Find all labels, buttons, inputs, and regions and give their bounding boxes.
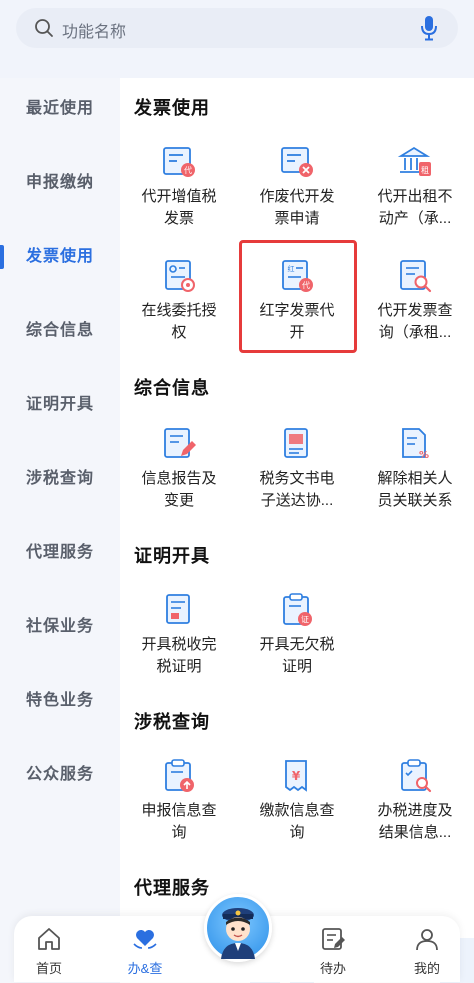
highlight-box (239, 240, 357, 353)
invoice-search-icon (400, 260, 432, 293)
nav-label: 首页 (35, 961, 62, 976)
tax-document-icon (284, 428, 308, 458)
tile-label-line1: 解除相关人 (377, 470, 453, 487)
tile-label-line1: 开具无欠税 (259, 636, 335, 653)
top-bar: 功能名称 (0, 0, 474, 78)
tile-label-line1: 作废代开发 (259, 188, 335, 205)
tile-label-line1: 在线委托授 (141, 302, 217, 319)
section-title-info: 综合信息 (134, 378, 210, 398)
tile-tax-payment-cert[interactable]: 开具税收完 税证明 (120, 592, 238, 712)
bank-building-icon: 租 (397, 146, 431, 176)
tile-info-report-change[interactable]: 信息报告及 变更 (120, 426, 238, 546)
tile-e-delivery-agreement[interactable]: 税务文书电子送达协... (238, 426, 356, 546)
todo-edit-icon (322, 928, 345, 950)
authorization-icon (165, 260, 195, 292)
tile-label-line2: 变更 (163, 492, 194, 509)
sidebar-item-social[interactable]: 社保业务 (0, 610, 120, 644)
svg-text:租: 租 (421, 166, 429, 175)
section-title-invoice: 发票使用 (134, 98, 210, 118)
heart-hands-icon (133, 930, 157, 949)
section-title-query: 涉税查询 (134, 712, 210, 732)
sidebar-item-info[interactable]: 综合信息 (0, 314, 120, 348)
tile-label-line2: 证明 (281, 658, 312, 675)
category-sidebar: 最近使用 申报缴纳 发票使用 综合信息 证明开具 涉税查询 代理服务 社保业务 … (0, 78, 120, 983)
microphone-icon[interactable] (420, 15, 438, 41)
svg-text:%: % (419, 450, 429, 461)
tile-label-line2: 结果信息... (378, 824, 452, 841)
sidebar-item-cert[interactable]: 证明开具 (0, 388, 120, 422)
vat-invoice-icon: 代 (163, 147, 195, 177)
tile-label-line2: 询 (171, 824, 187, 841)
certificate-icon (166, 594, 190, 624)
clipboard-search-icon (401, 759, 432, 793)
tile-rental-property-invoice[interactable]: 租 代开出租不动产（承... (356, 144, 474, 264)
tile-label-line2: 票申请 (274, 210, 320, 227)
assistant-avatar[interactable] (204, 894, 272, 962)
tile-invoice-query-rental[interactable]: 代开发票查询（承租... (356, 258, 474, 378)
tile-label-line1: 办税进度及 (377, 802, 453, 819)
svg-text:证: 证 (301, 615, 309, 624)
clipboard-cert-icon: 证 (283, 593, 312, 626)
function-grid: 发票使用 代 代开增值税 发票 作废代开发 票申请 租 代开出租不 动产（承..… (120, 78, 474, 983)
svg-text:¥: ¥ (292, 769, 301, 783)
tile-payment-query[interactable]: ¥ 缴款信息查询 (238, 758, 356, 878)
tile-issue-vat-invoice[interactable]: 代 代开增值税发票 (120, 144, 238, 264)
tile-label-line1: 信息报告及 (141, 470, 217, 487)
tile-label-line2: 动产（承... (378, 210, 452, 227)
tile-label-line2: 子送达协... (260, 492, 334, 509)
section-title-cert: 证明开具 (134, 546, 210, 566)
nav-home[interactable]: 首页 (14, 916, 84, 982)
nav-do-query[interactable]: 办&查 (110, 916, 180, 982)
sidebar-item-recent[interactable]: 最近使用 (0, 92, 120, 126)
tile-label-line2: 询（承租... (378, 324, 452, 341)
tile-label-line2: 发票 (163, 210, 194, 227)
search-placeholder[interactable]: 功能名称 (62, 18, 126, 42)
tile-label-line1: 申报信息查 (141, 802, 217, 819)
nav-label: 办&查 (127, 961, 163, 976)
sidebar-item-agent[interactable]: 代理服务 (0, 536, 120, 570)
tile-label-line2: 权 (171, 324, 187, 341)
tile-progress-result-query[interactable]: 办税进度及结果信息... (356, 758, 474, 878)
tile-label-line1: 缴款信息查 (259, 802, 335, 819)
edit-document-icon (164, 428, 196, 458)
svg-text:代: 代 (184, 165, 192, 175)
tile-label-line2: 税证明 (156, 658, 202, 675)
search-bar[interactable]: 功能名称 (16, 8, 458, 48)
void-invoice-icon (281, 147, 313, 177)
tile-no-arrears-cert[interactable]: 证 开具无欠税证明 (238, 592, 356, 712)
tile-label-line2: 员关联关系 (377, 492, 453, 509)
tile-label-line2: 询 (289, 824, 305, 841)
nav-todo[interactable]: 待办 (298, 916, 368, 982)
user-icon (416, 929, 438, 951)
clipboard-upload-icon (165, 759, 194, 792)
mascot-icon (221, 908, 255, 959)
sidebar-item-featured[interactable]: 特色业务 (0, 684, 120, 718)
home-icon (38, 928, 60, 950)
tile-label-line1: 代开出租不 (377, 188, 453, 205)
search-icon (35, 19, 53, 37)
percent-document-icon: % (402, 428, 429, 461)
sidebar-item-public[interactable]: 公众服务 (0, 758, 120, 792)
tile-online-authorization[interactable]: 在线委托授权 (120, 258, 238, 378)
tile-label-line1: 代开增值税 (141, 188, 217, 205)
receipt-yuan-icon: ¥ (285, 760, 307, 792)
nav-mine[interactable]: 我的 (392, 916, 462, 982)
section-title-agent: 代理服务 (134, 878, 210, 898)
tile-label-line1: 税务文书电 (259, 470, 335, 487)
tile-label-line1: 代开发票查 (377, 302, 453, 319)
tile-declaration-query[interactable]: 申报信息查询 (120, 758, 238, 878)
sidebar-item-invoice[interactable]: 发票使用 (0, 240, 120, 274)
tile-remove-related-person[interactable]: % 解除相关人员关联关系 (356, 426, 474, 546)
sidebar-item-declare-pay[interactable]: 申报缴纳 (0, 166, 120, 200)
sidebar-item-tax-query[interactable]: 涉税查询 (0, 462, 120, 496)
nav-label: 待办 (319, 961, 346, 976)
tile-label-line1: 开具税收完 (141, 636, 217, 653)
nav-label: 我的 (413, 961, 440, 976)
